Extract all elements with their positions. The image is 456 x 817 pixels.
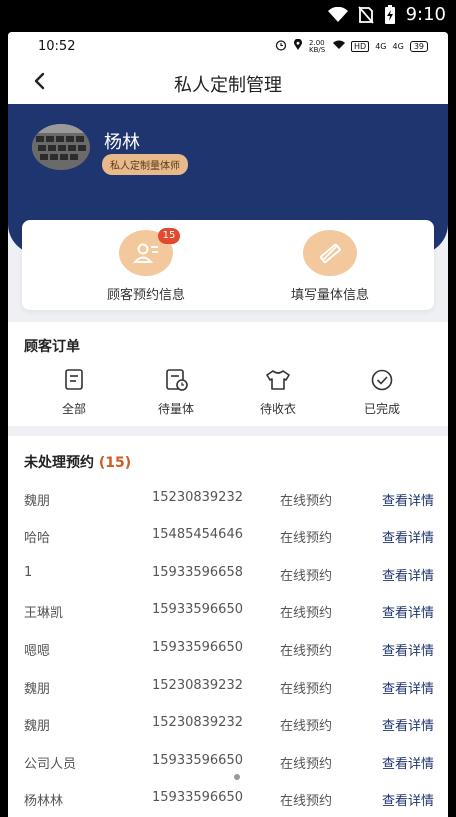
appointment-type: 在线预约 bbox=[280, 494, 333, 509]
customer-name: 1 bbox=[24, 565, 33, 580]
customer-phone: 15230839232 bbox=[152, 715, 243, 730]
app-screen: 10:52 2.00 KB/S HD 4G 4G 39 私人定制管理 杨林 私人… bbox=[8, 32, 448, 817]
status-time: 10:52 bbox=[38, 39, 76, 54]
customer-name: 哈哈 bbox=[24, 531, 51, 546]
app-status-bar: 10:52 2.00 KB/S HD 4G 4G 39 bbox=[8, 32, 448, 60]
appointment-row: 嗯嗯 15933596650 在线预约 查看详情 bbox=[8, 630, 448, 667]
customer-appointments-label: 顾客预约信息 bbox=[106, 288, 185, 303]
pending-appointments-section: 未处理预约 (15) 魏朋 15230839232 在线预约 查看详情 哈哈 1… bbox=[8, 436, 448, 817]
wifi-small-icon bbox=[333, 40, 346, 53]
appointment-row: 哈哈 15485454646 在线预约 查看详情 bbox=[8, 517, 448, 554]
order-tab-to-collect-label: 待收衣 bbox=[259, 402, 296, 416]
pending-title-text: 未处理预约 bbox=[24, 455, 94, 471]
navigation-bar: 私人定制管理 bbox=[8, 60, 448, 104]
view-details-link[interactable]: 查看详情 bbox=[382, 602, 434, 621]
customer-phone: 15933596650 bbox=[152, 602, 243, 617]
customer-name: 魏朋 bbox=[24, 494, 51, 509]
appointment-row: 公司人员 15933596650 在线预约 查看详情 bbox=[8, 743, 448, 780]
pending-count: (15) bbox=[98, 455, 132, 471]
customer-name: 杨林林 bbox=[24, 794, 64, 809]
appointment-type: 在线预约 bbox=[280, 794, 333, 809]
check-icon bbox=[369, 369, 395, 396]
role-badge: 私人定制量体师 bbox=[102, 154, 188, 175]
user-name: 杨林 bbox=[104, 132, 140, 153]
order-tab-all-label: 全部 bbox=[61, 402, 86, 416]
appointment-row: 王琳凯 15933596650 在线预约 查看详情 bbox=[8, 592, 448, 629]
scroll-indicator bbox=[234, 774, 240, 780]
customer-name: 魏朋 bbox=[24, 719, 51, 734]
customer-phone: 15485454646 bbox=[152, 527, 243, 542]
appointment-row: 1 15933596658 在线预约 查看详情 bbox=[8, 555, 448, 592]
customer-phone: 15933596650 bbox=[152, 790, 243, 805]
appointment-row: 杨林林 15933596650 在线预约 查看详情 bbox=[8, 780, 448, 817]
customer-phone: 15230839232 bbox=[152, 678, 243, 693]
measure-icon bbox=[163, 369, 189, 396]
signal-4g-1: 4G bbox=[375, 42, 387, 51]
customer-name: 嗯嗯 bbox=[24, 644, 51, 659]
appointment-type: 在线预约 bbox=[280, 719, 333, 734]
appointment-type: 在线预约 bbox=[280, 757, 333, 772]
order-tab-to-measure-label: 待量体 bbox=[157, 402, 194, 416]
list-icon bbox=[61, 369, 87, 396]
appointments-count-badge: 15 bbox=[158, 228, 180, 244]
view-details-link[interactable]: 查看详情 bbox=[382, 490, 434, 509]
hd-badge: HD bbox=[351, 41, 370, 52]
appointment-type: 在线预约 bbox=[280, 682, 333, 697]
view-details-link[interactable]: 查看详情 bbox=[382, 790, 434, 809]
system-time: 9:10 bbox=[405, 4, 446, 25]
appointment-type: 在线预约 bbox=[280, 606, 333, 621]
wifi-icon bbox=[327, 6, 348, 23]
customer-orders-section: 顾客订单 全部 待量体 待收衣 已完成 bbox=[8, 322, 448, 426]
location-icon bbox=[293, 38, 303, 54]
appointment-type: 在线预约 bbox=[280, 531, 333, 546]
signal-4g-2: 4G bbox=[392, 42, 404, 51]
appointment-row: 魏朋 15230839232 在线预约 查看详情 bbox=[8, 705, 448, 742]
view-details-link[interactable]: 查看详情 bbox=[382, 527, 434, 546]
customer-name: 公司人员 bbox=[24, 757, 77, 772]
pencil-ruler-icon bbox=[303, 230, 357, 276]
view-details-link[interactable]: 查看详情 bbox=[382, 640, 434, 659]
view-details-link[interactable]: 查看详情 bbox=[382, 715, 434, 734]
order-tab-all[interactable]: 全部 bbox=[34, 368, 114, 417]
customer-phone: 15230839232 bbox=[152, 490, 243, 505]
order-tab-to-measure[interactable]: 待量体 bbox=[136, 368, 216, 417]
order-tab-completed[interactable]: 已完成 bbox=[342, 368, 422, 417]
net-speed: 2.00 KB/S bbox=[309, 38, 326, 54]
order-tab-completed-label: 已完成 bbox=[363, 402, 400, 416]
view-details-link[interactable]: 查看详情 bbox=[382, 565, 434, 584]
fill-measurement-label: 填写量体信息 bbox=[290, 288, 369, 303]
customer-name: 王琳凯 bbox=[24, 606, 64, 621]
page-title: 私人定制管理 bbox=[174, 75, 282, 96]
shirt-icon bbox=[264, 370, 292, 396]
view-details-link[interactable]: 查看详情 bbox=[382, 753, 434, 772]
battery-charging-icon bbox=[384, 4, 396, 25]
appointment-type: 在线预约 bbox=[280, 644, 333, 659]
customer-phone: 15933596650 bbox=[152, 753, 243, 768]
avatar[interactable] bbox=[32, 124, 90, 170]
customer-phone: 15933596650 bbox=[152, 640, 243, 655]
customer-name: 魏朋 bbox=[24, 682, 51, 697]
customer-orders-title: 顾客订单 bbox=[24, 339, 80, 355]
appointment-row: 魏朋 15230839232 在线预约 查看详情 bbox=[8, 668, 448, 705]
view-details-link[interactable]: 查看详情 bbox=[382, 678, 434, 697]
battery-icon: 39 bbox=[409, 41, 428, 52]
appointment-type: 在线预约 bbox=[280, 569, 333, 584]
appointment-row: 魏朋 15230839232 在线预约 查看详情 bbox=[8, 480, 448, 517]
alarm-icon bbox=[275, 39, 287, 54]
customer-appointments-button[interactable]: 顾客预约信息 15 bbox=[66, 228, 226, 303]
quick-actions-card: 顾客预约信息 15 填写量体信息 bbox=[22, 220, 434, 310]
system-status-bar: 9:10 bbox=[0, 0, 456, 32]
pending-appointments-title: 未处理预约 (15) bbox=[24, 452, 131, 472]
no-sim-icon bbox=[357, 5, 374, 24]
customer-phone: 15933596658 bbox=[152, 565, 243, 580]
order-tab-to-collect[interactable]: 待收衣 bbox=[238, 368, 318, 417]
fill-measurement-button[interactable]: 填写量体信息 bbox=[250, 230, 410, 303]
